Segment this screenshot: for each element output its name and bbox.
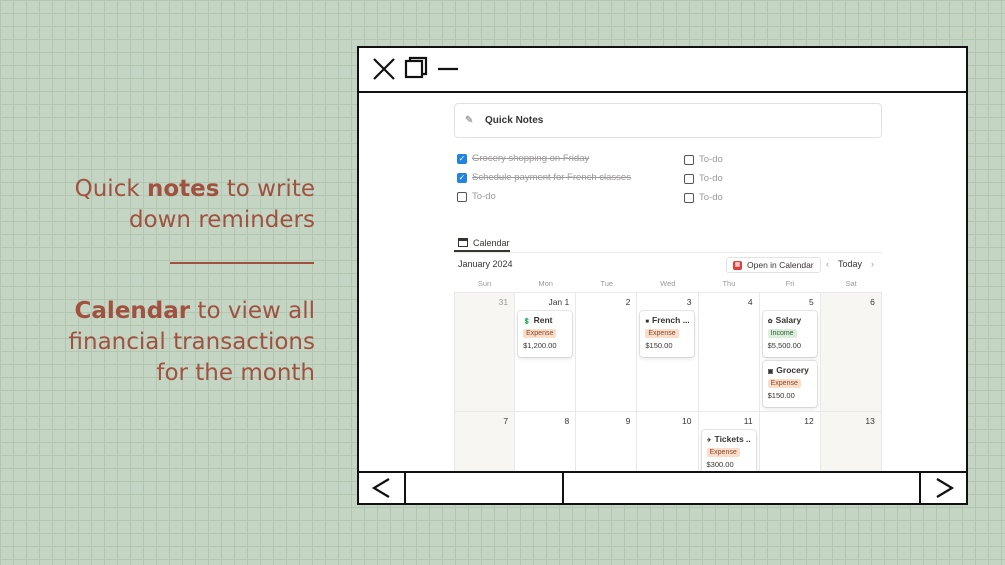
calendar-day-cell[interactable]: 9: [576, 412, 638, 473]
calendar-icon: [458, 238, 468, 247]
money-icon: 💲: [523, 319, 531, 325]
todo-item[interactable]: To-do: [684, 192, 723, 203]
checkbox-icon[interactable]: [684, 154, 694, 165]
notes-caption: Quick notes to write down reminders: [74, 176, 315, 233]
category-tag: Income: [767, 329, 797, 338]
calendar-day-cell[interactable]: 7: [454, 412, 516, 473]
event-amount: $150.00: [645, 341, 673, 350]
todo-item[interactable]: ✓ Grocery shopping on Friday: [457, 153, 589, 164]
cart-icon: ▣: [767, 369, 774, 375]
weekday-label: Mon: [538, 279, 553, 288]
category-tag: Expense: [645, 329, 679, 338]
event-amount: $1,200.00: [523, 341, 557, 350]
bottom-bar: [359, 471, 966, 503]
checkbox-icon[interactable]: [684, 173, 694, 184]
weekday-label: Thu: [722, 279, 736, 288]
maximize-icon[interactable]: [403, 56, 429, 82]
calendar-day-cell[interactable]: 4: [698, 293, 760, 412]
calendar-day-cell[interactable]: Jan 1 💲 Rent Expense $1,200.00: [515, 293, 577, 412]
todo-item[interactable]: To-do: [457, 191, 496, 202]
flag-icon: ■: [645, 319, 649, 325]
event-card-rent[interactable]: 💲 Rent Expense $1,200.00: [518, 311, 573, 357]
event-amount: $150.00: [767, 391, 795, 400]
chevron-left-icon[interactable]: ‹: [826, 259, 829, 269]
title-bar: [359, 48, 966, 93]
page-content: ✎ Quick Notes ✓ Grocery shopping on Frid…: [359, 93, 966, 473]
calendar-app-icon: ▦: [733, 260, 742, 270]
minimize-icon[interactable]: [435, 56, 461, 82]
address-segment[interactable]: [406, 473, 564, 503]
calendar-day-cell[interactable]: 13: [820, 412, 882, 473]
arrow-left-icon: [371, 478, 390, 498]
tab-divider: [454, 252, 882, 253]
month-navigation: ‹ Today ›: [826, 259, 874, 269]
todo-item[interactable]: To-do: [684, 154, 723, 165]
calendar-day-cell[interactable]: 8: [515, 412, 577, 473]
weekday-label: Tue: [600, 279, 614, 288]
plane-icon: ✈: [706, 438, 712, 444]
calendar-day-cell[interactable]: 11 ✈ Tickets ... Expense $300.00: [698, 412, 760, 473]
month-label: January 2024: [458, 259, 513, 269]
plant-icon: ✿: [767, 319, 773, 325]
quick-notes-title: Quick Notes: [485, 115, 544, 126]
calendar-day-cell[interactable]: 10: [637, 412, 699, 473]
checkbox-icon[interactable]: [684, 192, 694, 203]
event-card-french[interactable]: ■ French ... Expense $150.00: [640, 311, 695, 357]
calendar-day-cell[interactable]: 2: [576, 293, 638, 412]
chevron-right-icon[interactable]: ›: [871, 259, 874, 269]
calendar-day-cell[interactable]: 5 ✿ Salary Income $5,500.00 ▣ Grocery Expe…: [759, 293, 821, 412]
tab-calendar[interactable]: Calendar: [454, 235, 510, 252]
close-icon[interactable]: [371, 56, 397, 82]
calendar-grid: 31 Jan 1 💲 Rent Expense $1,200.00 2 3 ■ …: [454, 292, 882, 473]
event-card-grocery[interactable]: ▣ Grocery Expense $150.00: [762, 361, 817, 407]
weekday-header: Sun Mon Tue Wed Thu Fri Sat: [454, 279, 882, 288]
caption-divider: [170, 262, 314, 264]
weekday-label: Wed: [660, 279, 676, 288]
quick-notes-header[interactable]: ✎ Quick Notes: [454, 103, 882, 138]
checkbox-checked-icon[interactable]: ✓: [457, 153, 467, 164]
checkbox-icon[interactable]: [457, 191, 467, 202]
weekday-label: Sun: [477, 279, 492, 288]
address-bar[interactable]: [564, 473, 921, 503]
category-tag: Expense: [523, 329, 557, 338]
todo-item[interactable]: ✓ Schedule payment for French classes: [457, 172, 631, 183]
calendar-day-cell[interactable]: 12: [759, 412, 821, 473]
back-button[interactable]: [359, 473, 406, 503]
today-button[interactable]: Today: [838, 259, 862, 269]
todo-item[interactable]: To-do: [684, 173, 723, 184]
open-in-calendar-button[interactable]: ▦ Open in Calendar: [726, 257, 821, 273]
calendar-day-cell[interactable]: 31: [454, 293, 516, 412]
app-window: ✎ Quick Notes ✓ Grocery shopping on Frid…: [357, 46, 968, 505]
checkbox-checked-icon[interactable]: ✓: [457, 172, 467, 183]
calendar-day-cell[interactable]: 6: [820, 293, 882, 412]
weekday-label: Fri: [785, 279, 795, 288]
event-amount: $5,500.00: [767, 341, 801, 350]
event-amount: $300.00: [706, 460, 734, 469]
notes-icon: ✎: [465, 115, 474, 126]
category-tag: Expense: [767, 379, 801, 388]
category-tag: Expense: [706, 448, 740, 457]
calendar-day-cell[interactable]: 3 ■ French ... Expense $150.00: [637, 293, 699, 412]
forward-button[interactable]: [921, 473, 966, 503]
arrow-right-icon: [936, 478, 955, 498]
event-card-salary[interactable]: ✿ Salary Income $5,500.00: [762, 311, 817, 357]
event-card-tickets[interactable]: ✈ Tickets ... Expense $300.00: [701, 430, 756, 473]
calendar-caption: Calendar to view all financial transacti…: [68, 298, 315, 386]
weekday-label: Sat: [845, 279, 857, 288]
